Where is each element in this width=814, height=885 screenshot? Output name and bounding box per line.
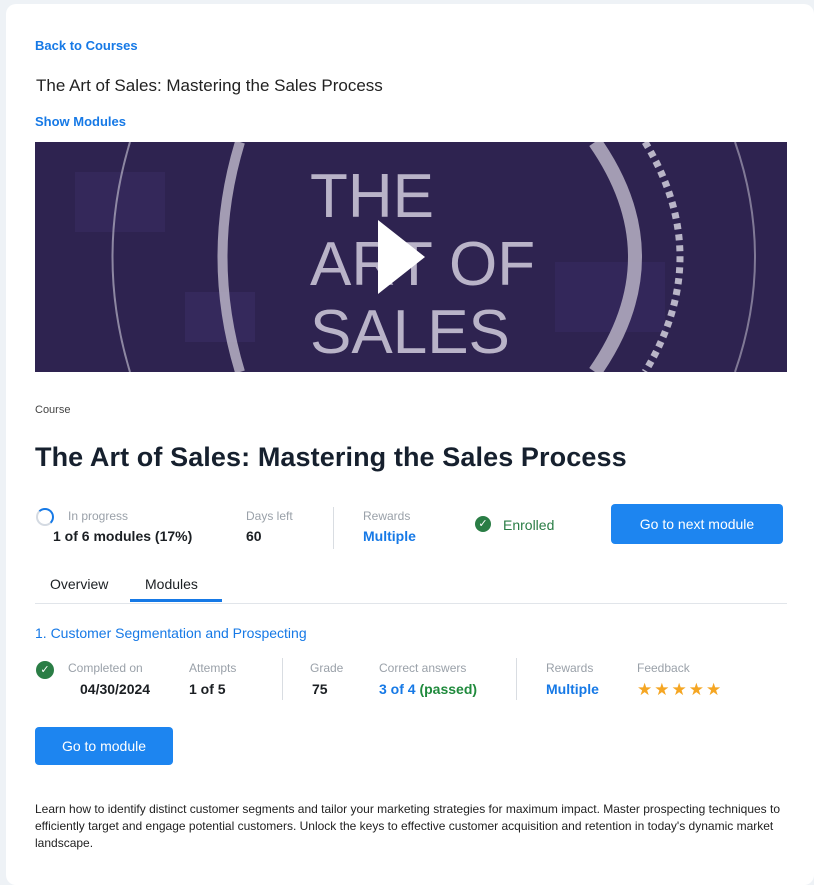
attempts-value: 1 of 5	[189, 681, 226, 697]
enrolled-check-icon: ✓	[475, 516, 491, 532]
correct-answers-link[interactable]: 3 of 4	[379, 681, 416, 697]
tab-overview[interactable]: Overview	[50, 576, 108, 592]
rewards-label: Rewards	[363, 509, 411, 523]
video-title-line-2: ART OF	[310, 230, 535, 299]
back-to-courses-link[interactable]: Back to Courses	[35, 38, 138, 53]
go-to-module-button[interactable]: Go to module	[35, 727, 173, 765]
days-left-label: Days left	[246, 509, 293, 523]
video-title-line-1: THE	[310, 162, 434, 231]
correct-answers-value: 3 of 4 (passed)	[379, 681, 477, 697]
video-player[interactable]: THE ART OF SALES	[35, 142, 787, 372]
active-tab-indicator	[130, 599, 222, 602]
grade-value: 75	[312, 681, 328, 697]
correct-answers-label: Correct answers	[379, 661, 467, 675]
module-description: Learn how to identify distinct customer …	[35, 802, 781, 850]
days-left-value: 60	[246, 528, 262, 544]
grade-label: Grade	[310, 661, 344, 675]
feedback-stars-icon: ★★★★★	[637, 680, 724, 699]
progress-spinner-icon	[36, 508, 54, 526]
course-card: Back to Courses The Art of Sales: Master…	[6, 4, 814, 885]
tabs-divider	[35, 603, 787, 604]
video-thumbnail: THE ART OF SALES	[35, 142, 787, 372]
show-modules-link[interactable]: Show Modules	[35, 114, 126, 129]
header-course-title: The Art of Sales: Mastering the Sales Pr…	[36, 76, 383, 95]
divider	[282, 658, 283, 700]
module-title-link[interactable]: 1. Customer Segmentation and Prospecting	[35, 625, 307, 641]
completed-check-icon: ✓	[36, 661, 54, 679]
go-to-next-module-button[interactable]: Go to next module	[611, 504, 783, 544]
module-rewards-link[interactable]: Multiple	[546, 681, 599, 697]
tab-modules[interactable]: Modules	[145, 576, 198, 592]
course-title: The Art of Sales: Mastering the Sales Pr…	[35, 442, 627, 472]
completed-on-value: 04/30/2024	[80, 681, 151, 697]
rewards-value-link[interactable]: Multiple	[363, 528, 416, 544]
progress-value: 1 of 6 modules (17%)	[53, 528, 193, 544]
divider	[333, 507, 334, 549]
module-rewards-label: Rewards	[546, 661, 594, 675]
passed-status: (passed)	[419, 681, 478, 697]
attempts-label: Attempts	[189, 661, 237, 675]
enrolled-status: Enrolled	[503, 517, 555, 533]
feedback-label: Feedback	[637, 661, 690, 675]
course-type-label: Course	[35, 404, 71, 416]
completed-on-label: Completed on	[68, 661, 143, 675]
divider	[516, 658, 517, 700]
progress-status-label: In progress	[68, 509, 129, 523]
video-title-line-3: SALES	[310, 298, 510, 367]
